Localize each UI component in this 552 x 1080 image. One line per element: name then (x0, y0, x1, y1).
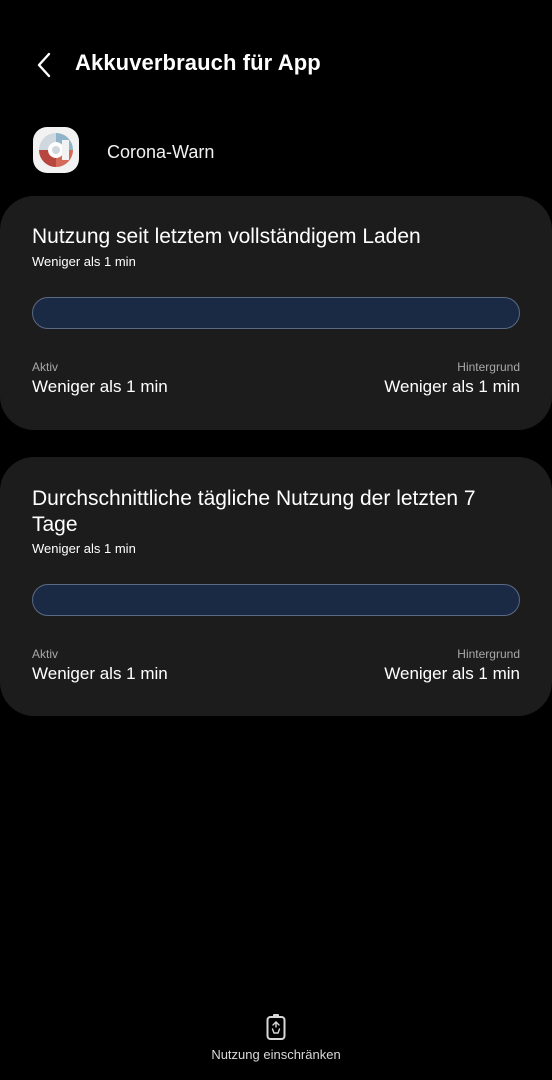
app-row: Corona-Warn (0, 120, 552, 184)
card-subtitle: Weniger als 1 min (32, 254, 136, 269)
active-label: Aktiv (32, 647, 59, 661)
back-button[interactable] (26, 47, 62, 83)
restrict-usage-button[interactable]: Nutzung einschränken (0, 1012, 552, 1072)
average-daily-usage-card: Durchschnittliche tägliche Nutzung der l… (0, 457, 552, 716)
active-value: Weniger als 1 min (32, 377, 168, 396)
page-title: Akkuverbrauch für App (75, 50, 321, 75)
background-value: Weniger als 1 min (384, 664, 520, 683)
usage-since-full-charge-card: Nutzung seit letztem vollständigem Laden… (0, 196, 552, 430)
usage-bar (32, 584, 520, 616)
background-label: Hintergrund (457, 647, 520, 661)
card-subtitle: Weniger als 1 min (32, 541, 136, 556)
background-label: Hintergrund (457, 360, 520, 374)
header: Akkuverbrauch für App (0, 0, 552, 130)
app-name: Corona-Warn (107, 142, 215, 162)
background-value: Weniger als 1 min (384, 377, 520, 396)
battery-restrict-icon (264, 1012, 288, 1042)
chevron-left-icon (37, 52, 51, 78)
restrict-usage-label: Nutzung einschränken (211, 1047, 341, 1062)
card-title: Nutzung seit letztem vollständigem Laden (32, 225, 421, 248)
card-title: Durchschnittliche tägliche Nutzung der l… (32, 487, 476, 536)
active-label: Aktiv (32, 360, 59, 374)
usage-bar (32, 297, 520, 329)
corona-warn-app-icon (33, 127, 79, 173)
active-value: Weniger als 1 min (32, 664, 168, 683)
